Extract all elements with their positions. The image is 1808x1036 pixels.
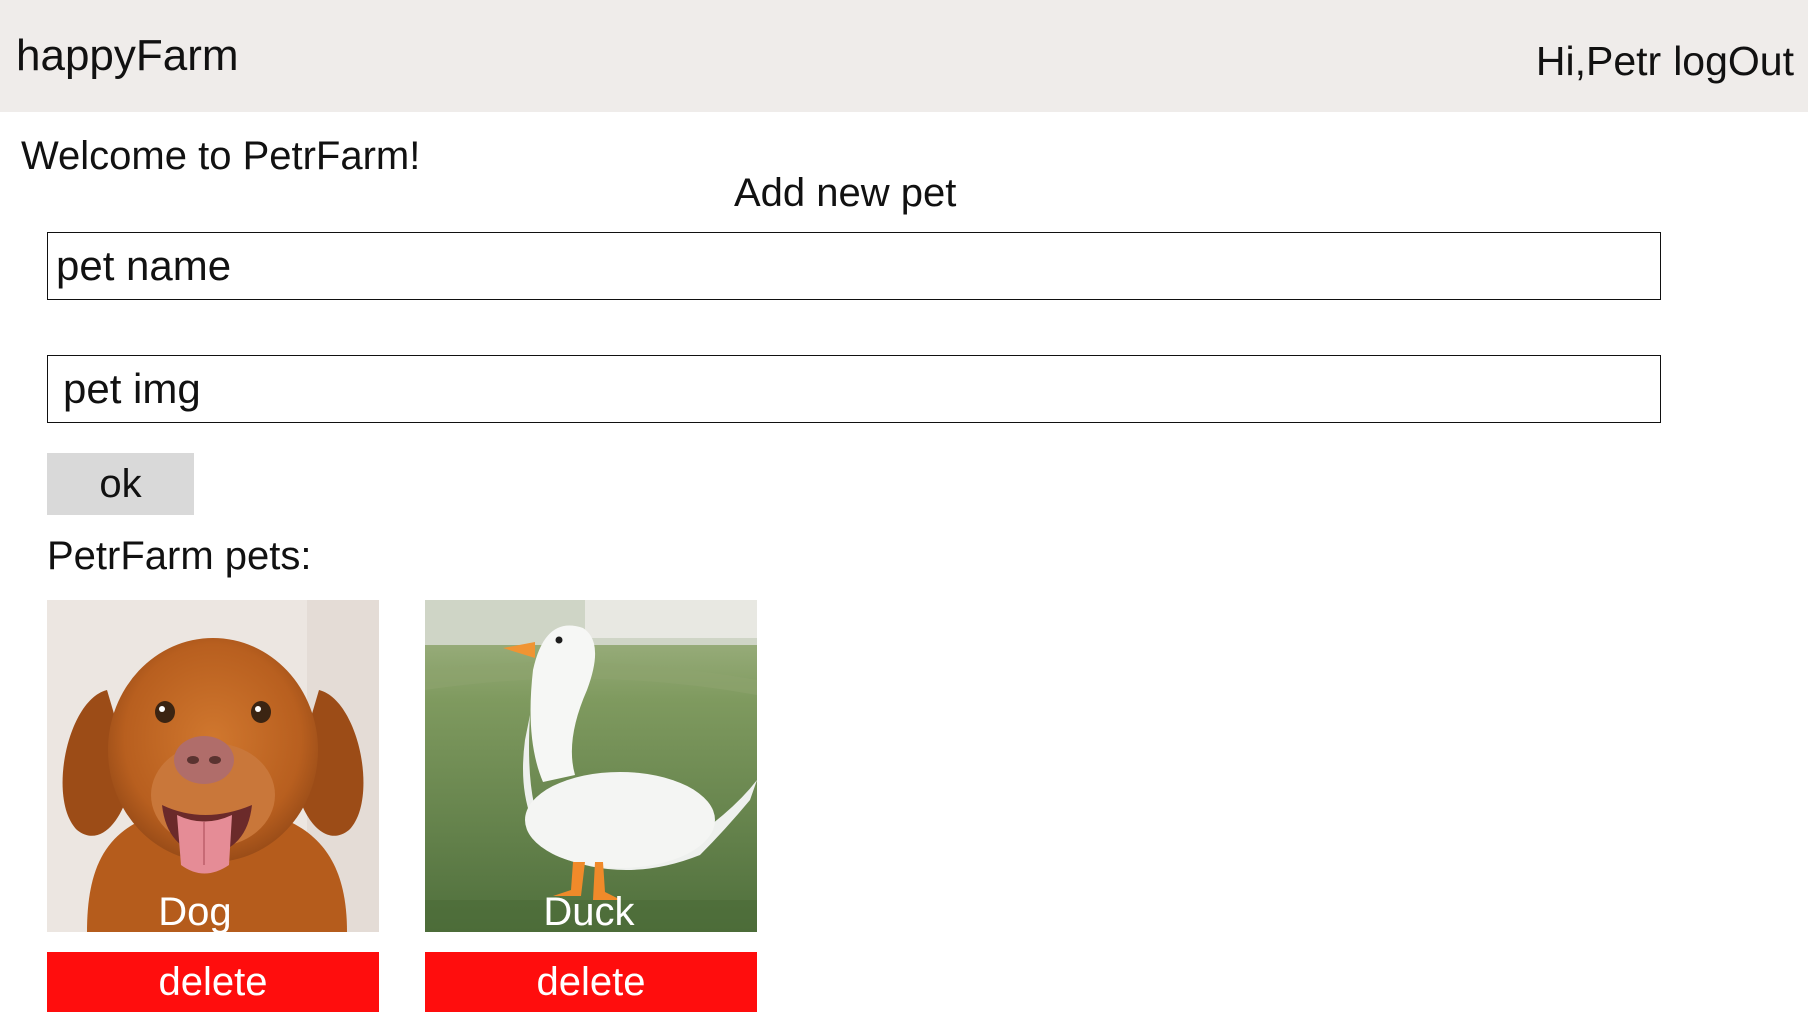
delete-button[interactable]: delete (425, 952, 757, 1012)
user-area: Hi,Petr logOut (1536, 36, 1794, 86)
pet-img-input[interactable] (47, 355, 1661, 423)
delete-button[interactable]: delete (47, 952, 379, 1012)
ok-button[interactable]: ok (47, 453, 194, 515)
welcome-text: Welcome to PetrFarm! (21, 134, 421, 178)
logout-link[interactable]: logOut (1673, 36, 1794, 86)
duck-photo (425, 600, 757, 932)
app-header: happyFarm Hi,Petr logOut (0, 0, 1808, 112)
add-pet-title: Add new pet (734, 171, 957, 215)
brand-title: happyFarm (16, 31, 239, 80)
pet-name-label: Duck (543, 890, 635, 934)
pet-name-input[interactable] (47, 232, 1661, 300)
user-greeting: Hi,Petr (1535, 38, 1662, 84)
dog-photo (47, 600, 379, 932)
pet-name-label: Dog (158, 890, 232, 934)
pets-heading: PetrFarm pets: (47, 534, 312, 578)
